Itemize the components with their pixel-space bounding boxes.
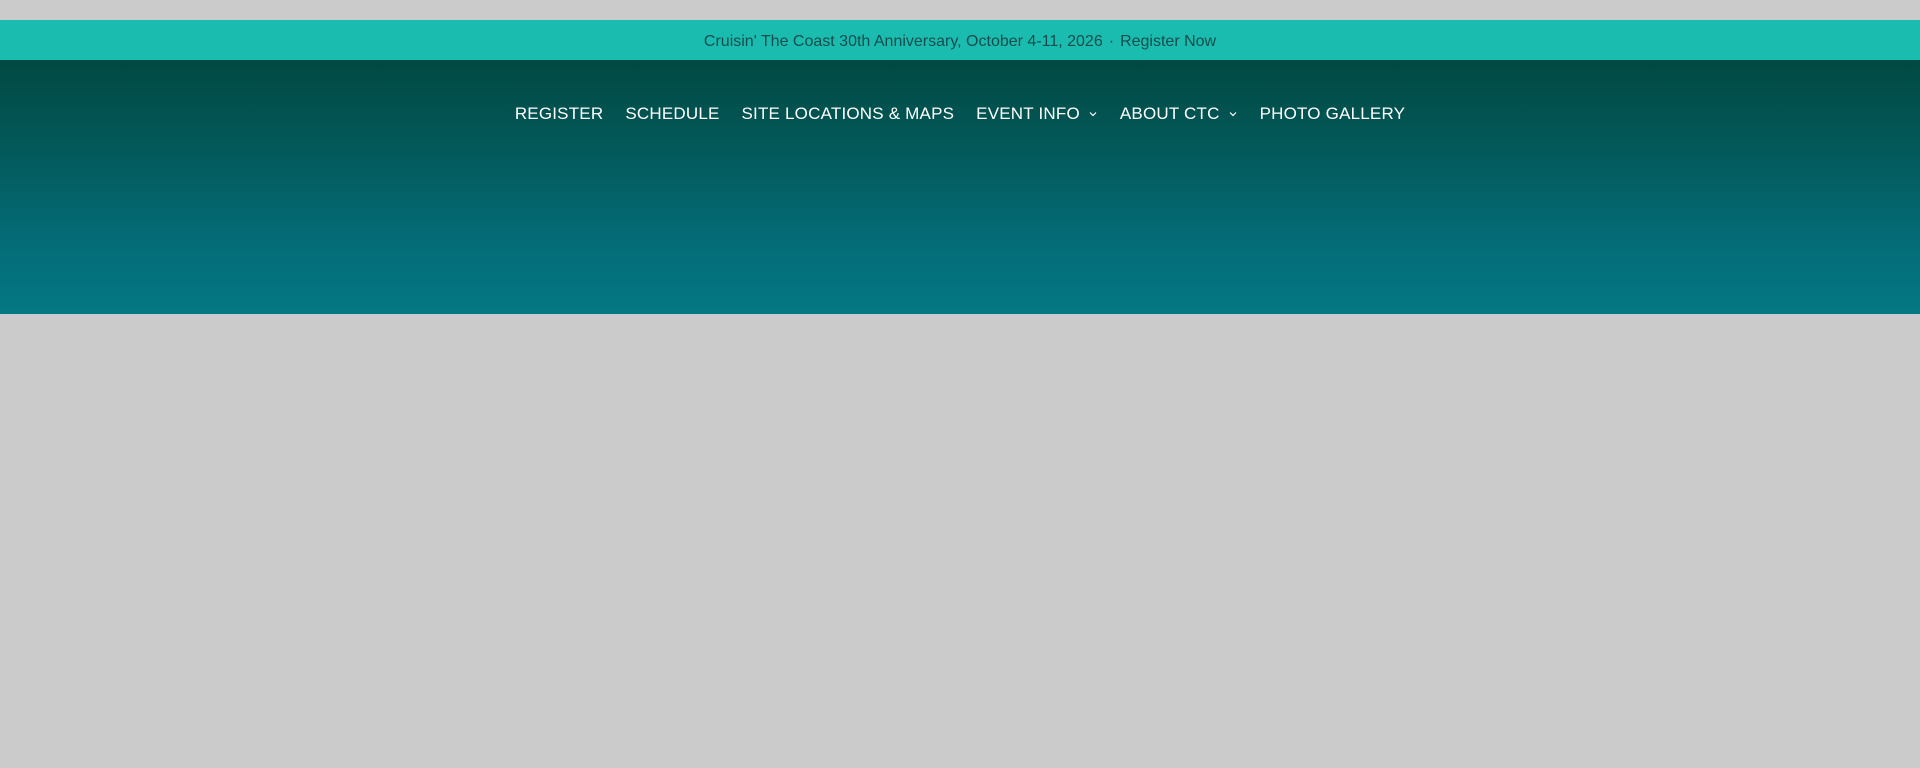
nav-item-label: ABOUT CTC <box>1119 104 1220 123</box>
announcement-text: Cruisin' The Coast 30th Anniversary, Oct… <box>0 30 1920 54</box>
nav-item-label: SCHEDULE <box>625 104 720 123</box>
chevron-down-icon <box>1088 109 1098 119</box>
nav-item-register[interactable]: REGISTER <box>515 104 604 124</box>
nav-item-about-ctc[interactable]: ABOUT CTC <box>1120 104 1238 124</box>
header-hero: REGISTER SCHEDULE SITE LOCATIONS & MAPS … <box>0 60 1920 314</box>
nav-item-event-info[interactable]: EVENT INFO <box>976 104 1098 124</box>
announcement-message: Cruisin' The Coast 30th Anniversary, Oct… <box>703 33 1103 50</box>
main-nav: REGISTER SCHEDULE SITE LOCATIONS & MAPS … <box>0 96 1920 132</box>
announcement-bar: Cruisin' The Coast 30th Anniversary, Oct… <box>0 20 1920 70</box>
nav-item-schedule[interactable]: SCHEDULE <box>625 104 719 124</box>
nav-item-label: SITE LOCATIONS & MAPS <box>741 104 955 123</box>
nav-item-label: REGISTER <box>514 104 604 123</box>
top-strip <box>0 0 1920 20</box>
nav-item-photo-gallery[interactable]: PHOTO GALLERY <box>1260 104 1406 124</box>
announcement-separator: · <box>1108 33 1115 50</box>
nav-item-site-locations-maps[interactable]: SITE LOCATIONS & MAPS <box>742 104 955 124</box>
nav-item-label: PHOTO GALLERY <box>1259 104 1406 123</box>
chevron-down-icon <box>1228 109 1238 119</box>
page-body <box>0 314 1920 768</box>
register-now-link[interactable]: Register Now <box>1120 33 1216 50</box>
nav-item-label: EVENT INFO <box>976 104 1080 123</box>
